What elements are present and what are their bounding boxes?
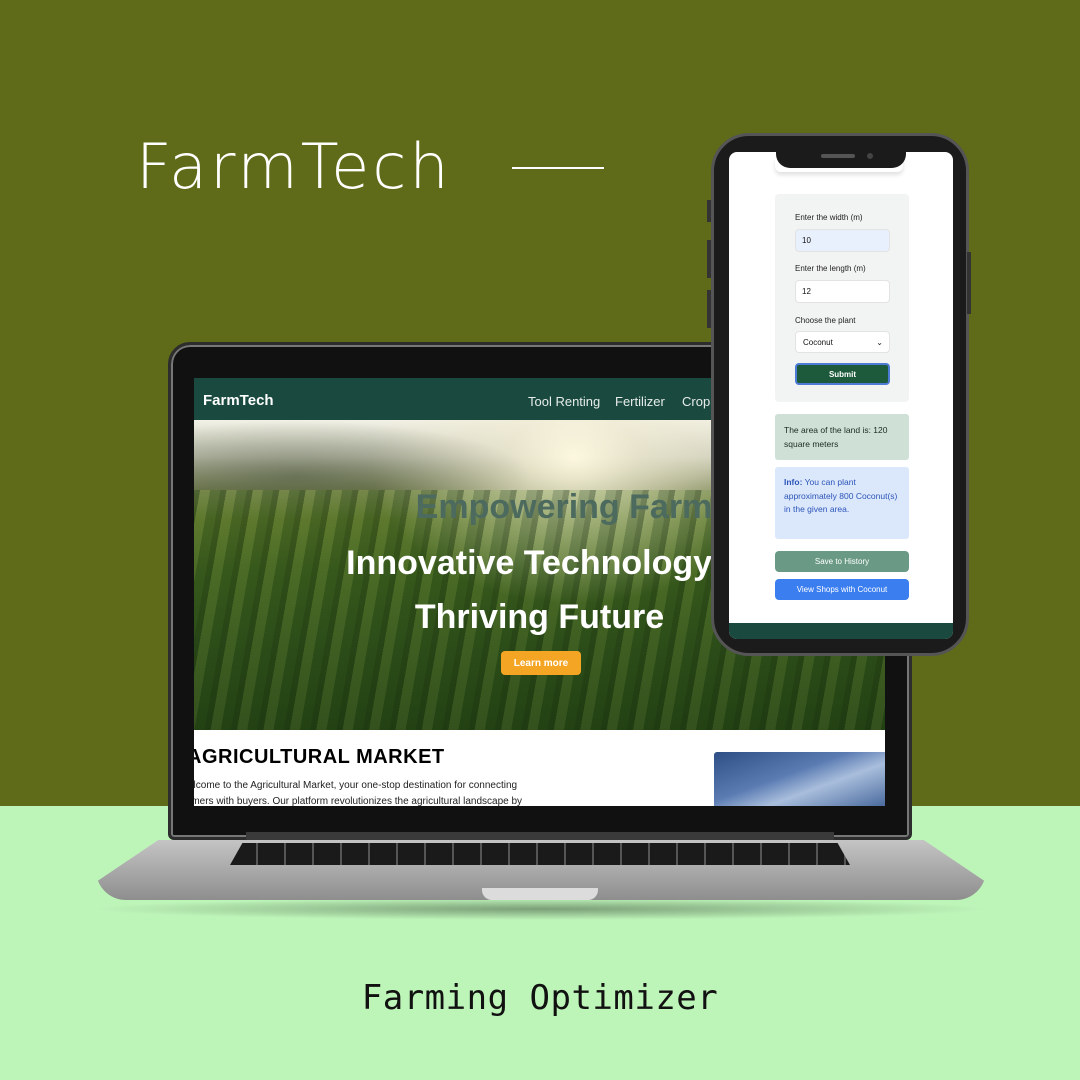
area-result: The area of the land is: 120 square mete… — [775, 414, 909, 460]
plant-info: Info: You can plant approximately 800 Co… — [775, 467, 909, 539]
nav-crop[interactable]: Crop — [682, 394, 710, 409]
phone-camera — [867, 153, 873, 159]
market-sky-image — [714, 752, 885, 806]
market-section: AGRICULTURAL MARKET elcome to the Agricu… — [194, 730, 885, 806]
plant-select[interactable]: Coconut ⌄ — [795, 331, 890, 353]
title-divider — [512, 167, 604, 169]
save-to-history-button[interactable]: Save to History — [775, 551, 909, 572]
chevron-down-icon: ⌄ — [876, 337, 883, 347]
hero-treeline — [194, 420, 534, 490]
app-footer — [729, 623, 953, 639]
length-label: Enter the length (m) — [795, 264, 866, 273]
laptop-trackpad-notch — [482, 888, 598, 900]
width-label: Enter the width (m) — [795, 213, 863, 222]
poster-title: FarmTech — [136, 130, 452, 203]
phone-volume-button — [707, 240, 711, 278]
laptop-shadow — [90, 898, 990, 920]
calculator-form: Enter the width (m) 10 Enter the length … — [775, 194, 909, 402]
phone-speaker — [821, 154, 855, 158]
market-title: AGRICULTURAL MARKET — [194, 746, 445, 768]
info-label: Info: — [784, 477, 803, 487]
market-text: elcome to the Agricultural Market, your … — [194, 778, 528, 806]
site-logo[interactable]: FarmTech — [203, 392, 274, 409]
learn-more-button[interactable]: Learn more — [501, 651, 581, 675]
submit-button[interactable]: Submit — [795, 363, 890, 385]
market-text-line2: rmers with buyers. Our platform revoluti… — [194, 796, 523, 806]
nav-tool-renting[interactable]: Tool Renting — [528, 394, 600, 409]
laptop-keyboard — [230, 843, 850, 865]
plant-label: Choose the plant — [795, 316, 856, 325]
nav-fertilizer[interactable]: Fertilizer — [615, 394, 665, 409]
length-input[interactable]: 12 — [795, 280, 890, 303]
phone-side-button — [707, 200, 711, 222]
phone-power-button — [967, 252, 971, 314]
view-shops-button[interactable]: View Shops with Coconut — [775, 579, 909, 600]
poster-caption: Farming Optimizer — [361, 978, 719, 1018]
market-text-line1: elcome to the Agricultural Market, your … — [194, 780, 518, 791]
width-input[interactable]: 10 — [795, 229, 890, 252]
phone-screen: Enter the width (m) 10 Enter the length … — [729, 152, 953, 639]
plant-selected-value: Coconut — [803, 337, 833, 347]
phone-volume-button — [707, 290, 711, 328]
